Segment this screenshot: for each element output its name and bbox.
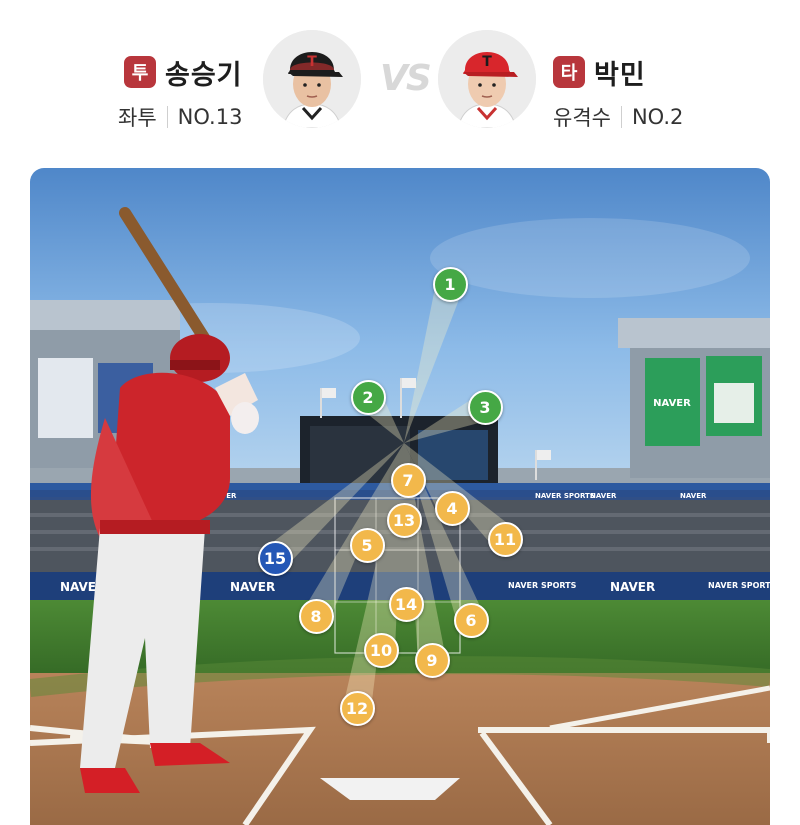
pitcher-name[interactable]: 송승기: [165, 53, 243, 92]
sponsor-board: NAVER SPORTS: [508, 581, 577, 590]
batter-name-row: 타 박민: [553, 52, 646, 92]
sponsor-board: NAVER: [680, 492, 707, 500]
pitch-marker-7[interactable]: 7: [390, 462, 426, 498]
batter-position: 유격수: [553, 106, 611, 130]
batter-role-badge: 타: [553, 56, 585, 88]
matchup-header: 투 송승기 좌투 NO.13 T VS T 타 박민 유격수 NO.2: [0, 0, 800, 150]
pitch-marker-2[interactable]: 2: [350, 379, 386, 415]
pitcher-avatar[interactable]: T: [263, 30, 361, 128]
sponsor-board: NAVER SPORTS: [708, 581, 770, 590]
pitch-marker-11[interactable]: 11: [487, 521, 523, 557]
svg-text:T: T: [307, 54, 317, 70]
pitcher-name-row: 투 송승기: [124, 52, 243, 92]
sponsor-board: NAVER: [230, 580, 275, 594]
info-divider: [166, 106, 168, 128]
pitcher-hand: 좌투: [118, 106, 157, 130]
batter-info: 유격수 NO.2: [553, 102, 683, 132]
pitch-marker-5[interactable]: 5: [349, 527, 385, 563]
batter-avatar[interactable]: T: [438, 30, 536, 128]
info-divider: [620, 106, 622, 128]
versus-label: VS: [380, 58, 432, 99]
svg-text:NAVER: NAVER: [653, 398, 691, 409]
pitch-marker-12[interactable]: 12: [339, 690, 375, 726]
pitch-marker-9[interactable]: 9: [414, 642, 450, 678]
pitcher-role-badge: 투: [124, 56, 156, 88]
pitch-marker-3[interactable]: 3: [467, 389, 503, 425]
pitch-marker-6[interactable]: 6: [453, 602, 489, 638]
pitch-marker-14[interactable]: 14: [388, 586, 424, 622]
pitch-marker-13[interactable]: 13: [386, 502, 422, 538]
pitcher-info: 좌투 NO.13: [118, 102, 242, 132]
pitcher-number: NO.13: [177, 105, 243, 129]
batter-number: NO.2: [631, 105, 684, 129]
stadium-background: NAVER NAVER NAVER NAVER NAVER SPORTS NAV…: [30, 168, 770, 825]
pitch-marker-10[interactable]: 10: [363, 632, 399, 668]
pitch-location-field: NAVER NAVER NAVER NAVER NAVER SPORTS NAV…: [30, 168, 770, 825]
pitch-marker-8[interactable]: 8: [298, 598, 334, 634]
sponsor-board: NAVER: [610, 580, 655, 594]
pitch-marker-1[interactable]: 1: [432, 266, 468, 302]
sponsor-board: NAVER SPORTS: [535, 492, 595, 500]
pitch-marker-15[interactable]: 15: [257, 540, 293, 576]
pitch-marker-4[interactable]: 4: [434, 490, 470, 526]
batter-name[interactable]: 박민: [594, 53, 646, 92]
svg-text:T: T: [482, 54, 492, 70]
